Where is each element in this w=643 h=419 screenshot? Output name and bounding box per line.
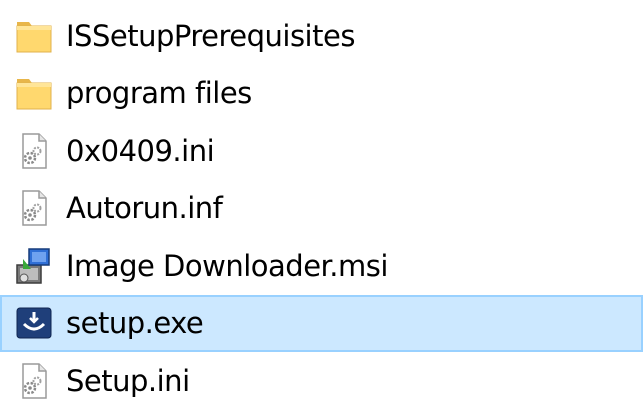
file-name: program files <box>66 76 252 111</box>
file-row-program-files[interactable]: program files <box>0 65 643 123</box>
file-row-image-downloader-msi[interactable]: Image Downloader.msi <box>0 237 643 295</box>
settings-file-icon <box>12 186 56 230</box>
file-name: Image Downloader.msi <box>66 248 388 283</box>
settings-file-icon <box>12 129 56 173</box>
file-row-autorun-inf[interactable]: Autorun.inf <box>0 180 643 238</box>
folder-icon <box>12 71 56 115</box>
file-row-0x0409-ini[interactable]: 0x0409.ini <box>0 122 643 180</box>
setup-app-icon <box>12 301 56 345</box>
file-list: ISSetupPrerequisites program files 0x040… <box>0 0 643 419</box>
file-name: ISSetupPrerequisites <box>66 18 355 53</box>
file-name: Setup.ini <box>66 363 190 398</box>
file-row-setup-exe[interactable]: setup.exe <box>0 294 643 352</box>
settings-file-icon <box>12 359 56 403</box>
file-row-issetupprerequisites[interactable]: ISSetupPrerequisites <box>0 7 643 65</box>
file-name: setup.exe <box>66 306 204 341</box>
installer-package-icon <box>12 244 56 288</box>
folder-icon <box>12 14 56 58</box>
file-name: 0x0409.ini <box>66 133 215 168</box>
file-name: Autorun.inf <box>66 191 223 226</box>
file-row-setup-ini[interactable]: Setup.ini <box>0 352 643 410</box>
